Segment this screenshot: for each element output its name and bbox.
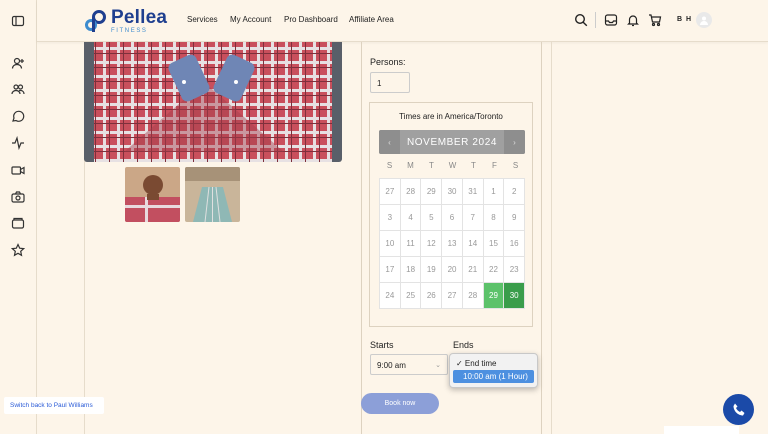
calendar-day: 16	[504, 231, 526, 257]
nav-my-account[interactable]: My Account	[230, 15, 271, 24]
calendar-day: 30	[442, 179, 463, 205]
calendar-day: 8	[483, 205, 505, 231]
nav-services[interactable]: Services	[187, 15, 218, 24]
nav-affiliate-area[interactable]: Affiliate Area	[349, 15, 394, 24]
calendar-week-row: 3456789	[380, 205, 526, 231]
calendar-day-available[interactable]: 29	[483, 283, 505, 309]
switch-user-link[interactable]: Switch back to Paul Williams	[4, 397, 104, 414]
start-time-value: 9:00 am	[377, 361, 406, 370]
end-time-option-selected[interactable]: 10:00 am (1 Hour)	[453, 370, 534, 383]
calendar-grid: 27 28 29 30 31 1 2 3 4 5 6 7 8 9 10 11 12 13 14 15 16 17 18 19 2…	[379, 178, 526, 309]
logo-mark-icon	[85, 10, 106, 32]
thumbnail-pool[interactable]	[185, 167, 240, 222]
calendar-header: ‹ NOVEMBER 2024 ›	[379, 130, 525, 154]
ends-label: Ends	[453, 340, 474, 350]
weekday-label: M	[407, 161, 414, 170]
calendar-week-row: 17 18 19 20 21 22 23	[380, 257, 526, 283]
calendar-day: 28	[400, 179, 422, 205]
calendar-day: 27	[442, 283, 463, 309]
calendar-day: 26	[421, 283, 443, 309]
weekday-label: T	[471, 161, 476, 170]
weekday-label: S	[386, 161, 393, 170]
calendar-day: 4	[400, 205, 422, 231]
calendar-day: 19	[421, 257, 443, 283]
persons-label: Persons:	[370, 57, 406, 67]
brand-tagline: FITNESS	[111, 28, 148, 34]
phone-icon	[733, 403, 744, 415]
calendar-day: 5	[421, 205, 443, 231]
calendar-day: 14	[462, 231, 484, 257]
book-now-button[interactable]: Book now	[361, 393, 439, 414]
weekday-label: F	[492, 161, 497, 170]
video-icon[interactable]	[11, 163, 25, 177]
calendar-day: 15	[483, 231, 505, 257]
main-product-image	[84, 42, 342, 162]
calendar-day: 27	[380, 179, 401, 205]
calendar-day: 17	[380, 257, 401, 283]
header-divider	[595, 12, 596, 28]
calendar-day: 24	[380, 283, 401, 309]
calendar-day-selected[interactable]: 30	[504, 283, 526, 309]
top-header: Pellea FITNESS Services My Account Pro D…	[37, 0, 768, 42]
calendar-day: 9	[504, 205, 526, 231]
calendar-day: 11	[400, 231, 422, 257]
calendar-week-row: 10 11 12 13 14 15 16	[380, 231, 526, 257]
activity-icon[interactable]	[11, 136, 25, 150]
bell-icon[interactable]	[626, 13, 640, 27]
user-initials[interactable]: B H	[677, 16, 692, 23]
calendar-day: 28	[462, 283, 484, 309]
call-button[interactable]	[723, 394, 754, 425]
end-time-option[interactable]: ✓ End time	[453, 357, 534, 370]
search-icon[interactable]	[574, 13, 588, 27]
calendar-day: 23	[504, 257, 526, 283]
persons-input[interactable]: 1	[370, 72, 410, 93]
calendar-day: 7	[462, 205, 484, 231]
brand-name: Pellea	[111, 7, 168, 28]
inbox-icon[interactable]	[604, 13, 618, 27]
bottom-edge-panel	[664, 426, 739, 434]
end-time-dropdown: ✓ End time 10:00 am (1 Hour)	[449, 353, 538, 388]
calendar-day: 20	[442, 257, 463, 283]
avatar[interactable]	[696, 12, 712, 28]
calendar-day: 13	[442, 231, 463, 257]
calendar-day: 29	[421, 179, 443, 205]
weekday-label: W	[448, 161, 457, 170]
starts-label: Starts	[370, 340, 394, 350]
calendar-day: 21	[462, 257, 484, 283]
sidebar	[0, 0, 37, 434]
nav-pro-dashboard[interactable]: Pro Dashboard	[284, 15, 338, 24]
users-icon[interactable]	[11, 82, 25, 96]
calendar-day: 12	[421, 231, 443, 257]
calendar-day: 3	[380, 205, 401, 231]
timezone-note: Times are in America/Toronto	[399, 112, 503, 121]
calendar-day: 22	[483, 257, 505, 283]
calendar-day: 25	[400, 283, 422, 309]
calendar-week-row: 27 28 29 30 31 1 2	[380, 179, 526, 205]
camera-icon[interactable]	[11, 190, 25, 204]
calendar-day: 18	[400, 257, 422, 283]
chat-icon[interactable]	[11, 109, 25, 123]
thumbnail-person[interactable]	[125, 167, 180, 222]
wallet-icon[interactable]	[11, 216, 25, 230]
weekday-label: S	[512, 161, 519, 170]
chevron-down-icon: ⌄	[435, 362, 441, 369]
calendar-week-row: 24 25 26 27 28 29 30	[380, 283, 526, 309]
calendar-day: 6	[442, 205, 463, 231]
weekday-label: T	[429, 161, 434, 170]
cart-icon[interactable]	[648, 13, 662, 27]
avatar-placeholder-icon	[700, 16, 708, 25]
calendar-day: 1	[483, 179, 505, 205]
calendar-day: 10	[380, 231, 401, 257]
calendar-day: 31	[462, 179, 484, 205]
star-icon[interactable]	[11, 243, 25, 257]
brand-logo[interactable]: Pellea FITNESS	[84, 7, 168, 34]
calendar-next-button[interactable]: ›	[504, 130, 525, 154]
sidebar-toggle-icon[interactable]	[11, 14, 25, 28]
user-add-icon[interactable]	[11, 56, 25, 70]
start-time-select[interactable]: 9:00 am ⌄	[370, 354, 448, 375]
calendar-day: 2	[504, 179, 526, 205]
